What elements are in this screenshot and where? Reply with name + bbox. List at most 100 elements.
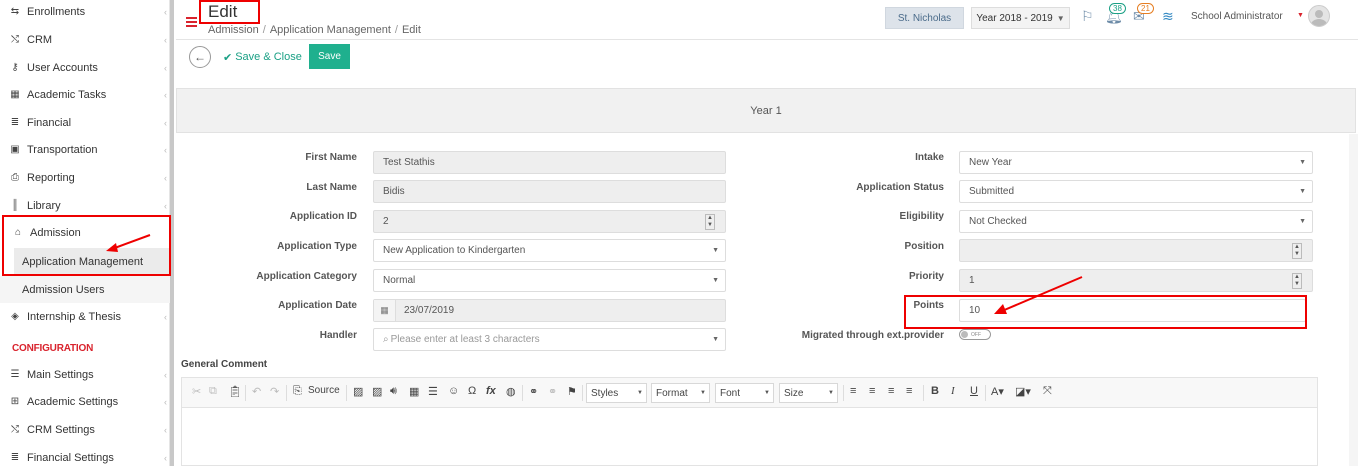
image-icon[interactable]: ▨ [353, 385, 363, 398]
sidebar-item-crm-settings[interactable]: ⤭ CRM Settings ‹ [0, 416, 170, 443]
application-status-select[interactable]: Submitted ▼ [959, 180, 1313, 203]
spinner-icon[interactable]: ▲ ▼ [705, 214, 715, 230]
rich-text-editor[interactable]: ✂ ⧉ 📋︎ ↶ ↷ ⎘ Source ▨ ▨ 🔊︎ ▦ ☰ ☺ Ω fx ◍ … [181, 377, 1318, 466]
flag-icon[interactable]: ⚐ [1081, 8, 1094, 25]
sidebar-item-financial[interactable]: ≣ Financial ‹ [0, 109, 170, 136]
background-color-icon[interactable]: ◪▾ [1015, 385, 1031, 398]
size-dropdown[interactable]: Size ▼ [779, 383, 838, 403]
anchor-flag-icon[interactable]: ⚑ [567, 385, 577, 398]
sidebar-item-label: Academic Tasks [27, 88, 107, 101]
spinner-icon[interactable]: ▲ ▼ [1292, 243, 1302, 259]
user-name[interactable]: School Administrator [1191, 11, 1283, 22]
font-dropdown[interactable]: Font ▼ [715, 383, 774, 403]
formula-icon[interactable]: fx [486, 385, 496, 397]
sidebar-item-label: Transportation [27, 143, 98, 156]
size-dropdown-label: Size [784, 387, 804, 399]
hamburger-menu-icon[interactable] [186, 17, 197, 29]
align-justify-icon[interactable]: ≡ [906, 385, 912, 397]
sidebar-item-admission-users[interactable]: Admission Users [0, 276, 170, 303]
sidebar-item-enrollments[interactable]: ⇆ Enrollments ‹ [0, 0, 170, 25]
font-dropdown-label: Font [720, 387, 741, 399]
cut-icon[interactable]: ✂ [192, 385, 201, 398]
intake-select[interactable]: New Year ▼ [959, 151, 1313, 174]
image-alt-icon[interactable]: ▨ [372, 385, 382, 398]
bold-icon[interactable]: B [931, 385, 939, 397]
table-icon[interactable]: ▦ [409, 385, 419, 398]
smiley-icon[interactable]: ☺ [448, 385, 459, 397]
avatar[interactable] [1308, 5, 1330, 27]
handler-select[interactable]: ⌕ Please enter at least 3 characters ▼ [373, 328, 726, 351]
spinner-icon[interactable]: ▲ ▼ [1292, 273, 1302, 289]
eligibility-select[interactable]: Not Checked ▼ [959, 210, 1313, 233]
last-name-field[interactable]: Bidis [373, 180, 726, 203]
underline-icon[interactable]: U [970, 385, 978, 397]
sidebar-item-transportation[interactable]: ▣ Transportation ‹ [0, 136, 170, 163]
align-left-icon[interactable]: ≡ [850, 385, 856, 397]
sidebar-item-label: Main Settings [27, 368, 94, 381]
sidebar-item-crm[interactable]: ⤭ CRM ‹ [0, 26, 170, 53]
unlink-icon[interactable]: ⚭ [548, 385, 557, 398]
application-date-field[interactable]: ▦ 23/07/2019 [373, 299, 726, 322]
position-field[interactable]: ▲ ▼ [959, 239, 1313, 262]
undo-icon[interactable]: ↶ [252, 385, 261, 398]
back-button[interactable]: ← [189, 46, 211, 68]
format-dropdown[interactable]: Format ▼ [651, 383, 710, 403]
year-selector[interactable]: Year 2018 - 2019 ▼ [971, 7, 1070, 29]
toolbar-separator [245, 385, 246, 401]
crm-icon: ⤭ [11, 34, 19, 45]
migrated-toggle[interactable]: OFF [959, 329, 991, 340]
first-name-field[interactable]: Test Stathis [373, 151, 726, 174]
application-type-select[interactable]: New Application to Kindergarten ▼ [373, 239, 726, 262]
redo-icon[interactable]: ↷ [270, 385, 279, 398]
application-category-select[interactable]: Normal ▼ [373, 269, 726, 292]
toolbar-separator [985, 385, 986, 401]
save-button[interactable]: Save [309, 44, 350, 69]
calendar-icon[interactable]: ▦ [374, 300, 396, 321]
styles-dropdown[interactable]: Styles ▼ [586, 383, 647, 403]
align-right-icon[interactable]: ≡ [888, 385, 894, 397]
application-category-value: Normal [383, 275, 416, 286]
omega-icon[interactable]: Ω [468, 385, 476, 397]
link-icon[interactable]: ⚭ [529, 385, 538, 398]
styles-dropdown-label: Styles [591, 387, 619, 399]
align-center-icon[interactable]: ≡ [869, 385, 875, 397]
sidebar-item-user-accounts[interactable]: ⚷ User Accounts ‹ [0, 54, 170, 81]
layers-icon[interactable]: ≋ [1162, 8, 1174, 25]
maximize-icon[interactable]: ⤧ [1043, 385, 1052, 398]
content-scrollbar[interactable] [1349, 134, 1358, 466]
sidebar-item-financial-settings[interactable]: ≣ Financial Settings ‹ [0, 444, 170, 466]
toolbar-separator [346, 385, 347, 401]
priority-label: Priority [908, 271, 944, 282]
breadcrumb-separator: / [394, 24, 398, 36]
application-id-value: 2 [383, 216, 389, 227]
sidebar-item-academic-settings[interactable]: ⊞ Academic Settings ‹ [0, 388, 170, 415]
source-button[interactable]: Source [308, 385, 340, 396]
audio-icon[interactable]: 🔊︎ [390, 385, 397, 398]
eligibility-label: Eligibility [899, 211, 944, 222]
breadcrumb-admission[interactable]: Admission [208, 24, 259, 36]
chevron-left-icon: ‹ [164, 452, 167, 463]
chevron-down-icon[interactable]: ▼ [1297, 12, 1304, 19]
source-icon[interactable]: ⎘ [293, 385, 302, 398]
check-icon: ✔ [223, 51, 233, 64]
first-name-value: Test Stathis [383, 157, 435, 168]
breadcrumb-edit: Edit [401, 24, 421, 36]
sidebar-item-main-settings[interactable]: ☰ Main Settings ‹ [0, 361, 170, 388]
sidebar-item-internship[interactable]: ◈ Internship & Thesis ‹ [0, 303, 170, 330]
copy-icon[interactable]: ⧉ [209, 385, 217, 398]
sidebar-item-academic-tasks[interactable]: ▦ Academic Tasks ‹ [0, 81, 170, 108]
chevron-left-icon: ‹ [164, 89, 167, 100]
text-color-icon[interactable]: A▾ [991, 385, 1004, 398]
globe-icon[interactable]: ◍ [506, 385, 516, 398]
toolbar-separator [923, 385, 924, 401]
application-id-field[interactable]: 2 ▲ ▼ [373, 210, 726, 233]
chevron-down-icon: ▼ [712, 247, 719, 254]
save-close-button[interactable]: ✔ Save & Close [223, 48, 302, 66]
chevron-down-icon: ▼ [712, 336, 719, 343]
school-selector-button[interactable]: St. Nicholas [885, 7, 964, 29]
breadcrumb-application-management[interactable]: Application Management [270, 24, 391, 36]
italic-icon[interactable]: I [951, 385, 955, 397]
sidebar-item-reporting[interactable]: ⎙ Reporting ‹ [0, 164, 170, 191]
paste-icon[interactable]: 📋︎ [228, 385, 242, 398]
horizontal-rule-icon[interactable]: ☰ [428, 385, 438, 398]
